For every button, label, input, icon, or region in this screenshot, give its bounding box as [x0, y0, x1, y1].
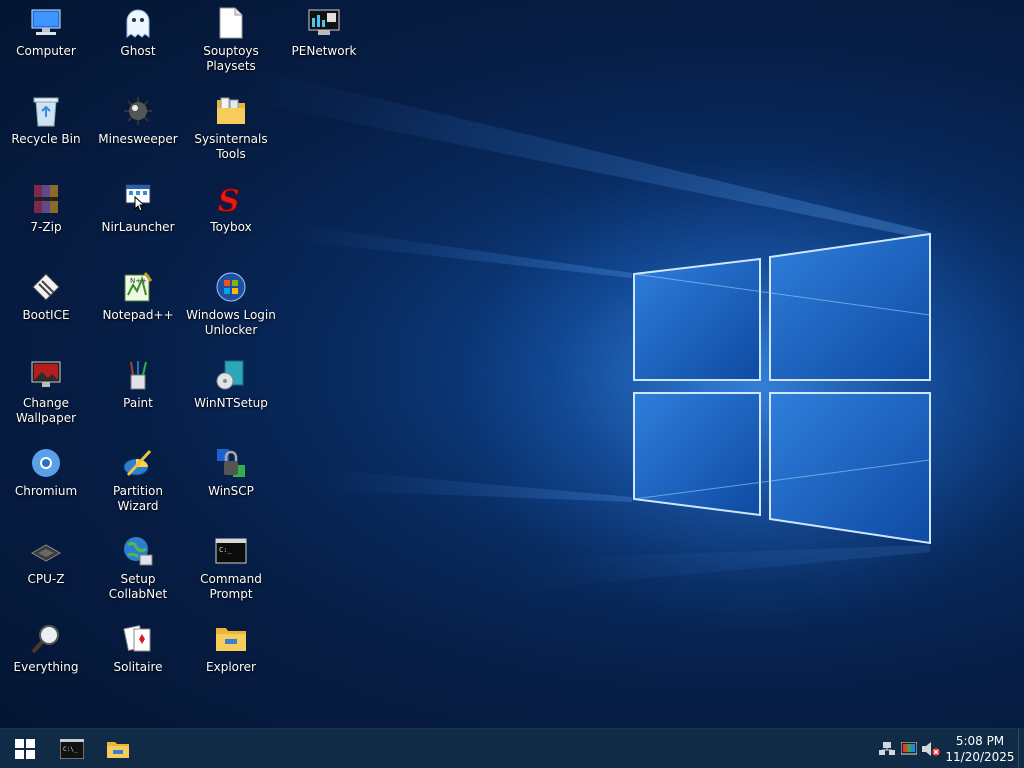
start-button[interactable] — [2, 729, 48, 768]
desktop-icon-label: Computer — [16, 44, 76, 58]
taskbar-file-explorer-button[interactable] — [95, 729, 141, 768]
desktop-icon-label: 7-Zip — [30, 220, 62, 234]
ghost-icon — [121, 6, 155, 40]
bootice-icon — [29, 270, 63, 304]
desktop-icon-change-wallpaper[interactable]: Change Wallpaper — [0, 352, 92, 436]
mine-icon — [121, 94, 155, 128]
clock-date: 11/20/2025 — [945, 750, 1015, 764]
desktop-icon-setup-collabnet[interactable]: Setup CollabNet — [92, 528, 184, 612]
desktop-icon-sysinternals-tools[interactable]: Sysinternals Tools — [185, 88, 277, 172]
desktop-icon-souptoys-playsets[interactable]: Souptoys Playsets — [185, 0, 277, 84]
desktop-icon-label: Notepad++ — [102, 308, 174, 322]
show-desktop-button[interactable] — [1018, 729, 1024, 768]
desktop-icon-bootice[interactable]: BootICE — [0, 264, 92, 348]
desktop-icon-recycle-bin[interactable]: Recycle Bin — [0, 88, 92, 172]
desktop-icon-paint[interactable]: Paint — [92, 352, 184, 436]
archive-icon — [29, 182, 63, 216]
desktop-icon-label: Setup CollabNet — [108, 572, 168, 601]
desktop-icon-minesweeper[interactable]: Minesweeper — [92, 88, 184, 172]
desktop-icon-label: Recycle Bin — [11, 132, 81, 146]
folder-tools-icon — [214, 94, 248, 128]
desktop-icon-label: NirLauncher — [101, 220, 175, 234]
desktop-icon-ghost[interactable]: Ghost — [92, 0, 184, 84]
desktop-icon-label: Paint — [123, 396, 153, 410]
desktop-icon-winscp[interactable]: WinSCP — [185, 440, 277, 524]
recycle-bin-icon — [29, 94, 63, 128]
windows-orb-icon — [214, 270, 248, 304]
folder-icon — [107, 742, 129, 758]
desktop-icon-notepad[interactable]: N++ Notepad++ — [92, 264, 184, 348]
desktop-icon-nirlauncher[interactable]: NirLauncher — [92, 176, 184, 260]
notepad-plus-icon: N++ — [121, 270, 155, 304]
desktop-icon-label: Command Prompt — [200, 572, 262, 601]
desktop-icon-label: BootICE — [22, 308, 70, 322]
toybox-s-icon: S — [214, 182, 248, 216]
taskbar-clock[interactable]: 5:08 PM 11/20/2025 — [942, 729, 1018, 768]
desktop-icon-chromium[interactable]: Chromium — [0, 440, 92, 524]
desktop-icon-command-prompt[interactable]: C:_ Command Prompt — [185, 528, 277, 612]
magnifier-icon — [29, 622, 63, 656]
desktop-icon-label: Partition Wizard — [112, 484, 163, 513]
taskbar-command-prompt-button[interactable]: C:\_ — [49, 729, 95, 768]
chromium-icon — [29, 446, 63, 480]
desktop-icon-label: Change Wallpaper — [15, 396, 77, 425]
desktop-icon-label: Toybox — [210, 220, 252, 234]
system-tray: 5:08 PM 11/20/2025 — [876, 729, 1024, 768]
desktop-icon-label: PENetwork — [291, 44, 357, 58]
desktop-icon-partition-wizard[interactable]: Partition Wizard — [92, 440, 184, 524]
desktop-icon-label: Sysinternals Tools — [194, 132, 268, 161]
winscp-icon — [214, 446, 248, 480]
network-tray-button[interactable] — [876, 729, 898, 768]
document-icon — [214, 6, 248, 40]
svg-text:C:\_: C:\_ — [63, 746, 78, 753]
desktop-icon-cpu-z[interactable]: CPU-Z — [0, 528, 92, 612]
terminal-icon: C:\_ — [60, 739, 84, 759]
winntsetup-icon — [214, 358, 248, 392]
network-monitor-icon — [307, 6, 341, 40]
desktop-icon-solitaire[interactable]: Solitaire — [92, 616, 184, 700]
wallpaper-icon — [29, 358, 63, 392]
color-tray-button[interactable] — [898, 729, 920, 768]
computer-icon — [29, 6, 63, 40]
desktop-icon-computer[interactable]: Computer — [0, 0, 92, 84]
desktop-icon-label: CPU-Z — [27, 572, 65, 586]
desktop-icon-toybox[interactable]: S Toybox — [185, 176, 277, 260]
cpu-chip-icon — [29, 534, 63, 568]
volume-muted-icon — [922, 742, 940, 756]
desktop-icon-penetwork[interactable]: PENetwork — [278, 0, 370, 84]
windows-logo-icon — [15, 739, 35, 759]
folder-icon — [214, 622, 248, 656]
globe-setup-icon — [121, 534, 155, 568]
desktop-icon-label: Windows Login Unlocker — [186, 308, 276, 337]
launcher-icon — [121, 182, 155, 216]
svg-text:N++: N++ — [130, 277, 147, 285]
desktop-icon-label: Explorer — [206, 660, 256, 674]
desktop-icon-label: Chromium — [14, 484, 78, 498]
desktop-icon-label: Solitaire — [113, 660, 163, 674]
desktop-icon-winntsetup[interactable]: WinNTSetup — [185, 352, 277, 436]
desktop-icon-label: WinNTSetup — [194, 396, 268, 410]
network-icon — [879, 742, 895, 755]
desktop-icon-label: Souptoys Playsets — [203, 44, 259, 73]
partition-wizard-icon — [121, 446, 155, 480]
volume-tray-button[interactable] — [920, 729, 942, 768]
paint-brushes-icon — [121, 358, 155, 392]
svg-text:S: S — [218, 184, 240, 215]
desktop-icon-windows-login-unlocker[interactable]: Windows Login Unlocker — [185, 264, 277, 348]
cards-icon — [121, 622, 155, 656]
color-palette-icon — [901, 742, 917, 755]
desktop-icon-explorer[interactable]: Explorer — [185, 616, 277, 700]
desktop-icon-label: WinSCP — [208, 484, 254, 498]
desktop-icon-label: Everything — [13, 660, 79, 674]
clock-time: 5:08 PM — [955, 734, 1005, 748]
desktop-icon-7-zip[interactable]: 7-Zip — [0, 176, 92, 260]
taskbar: C:\_ 5:08 PM 11/20/2025 — [0, 728, 1024, 768]
desktop-icon-label: Ghost — [120, 44, 156, 58]
terminal-icon: C:_ — [214, 534, 248, 568]
desktop-icon-label: Minesweeper — [98, 132, 178, 146]
desktop-icon-grid: Computer Ghost Souptoys Playsets PENetwork R… — [0, 0, 1024, 728]
desktop-icon-everything[interactable]: Everything — [0, 616, 92, 700]
svg-text:C:_: C:_ — [219, 546, 232, 554]
